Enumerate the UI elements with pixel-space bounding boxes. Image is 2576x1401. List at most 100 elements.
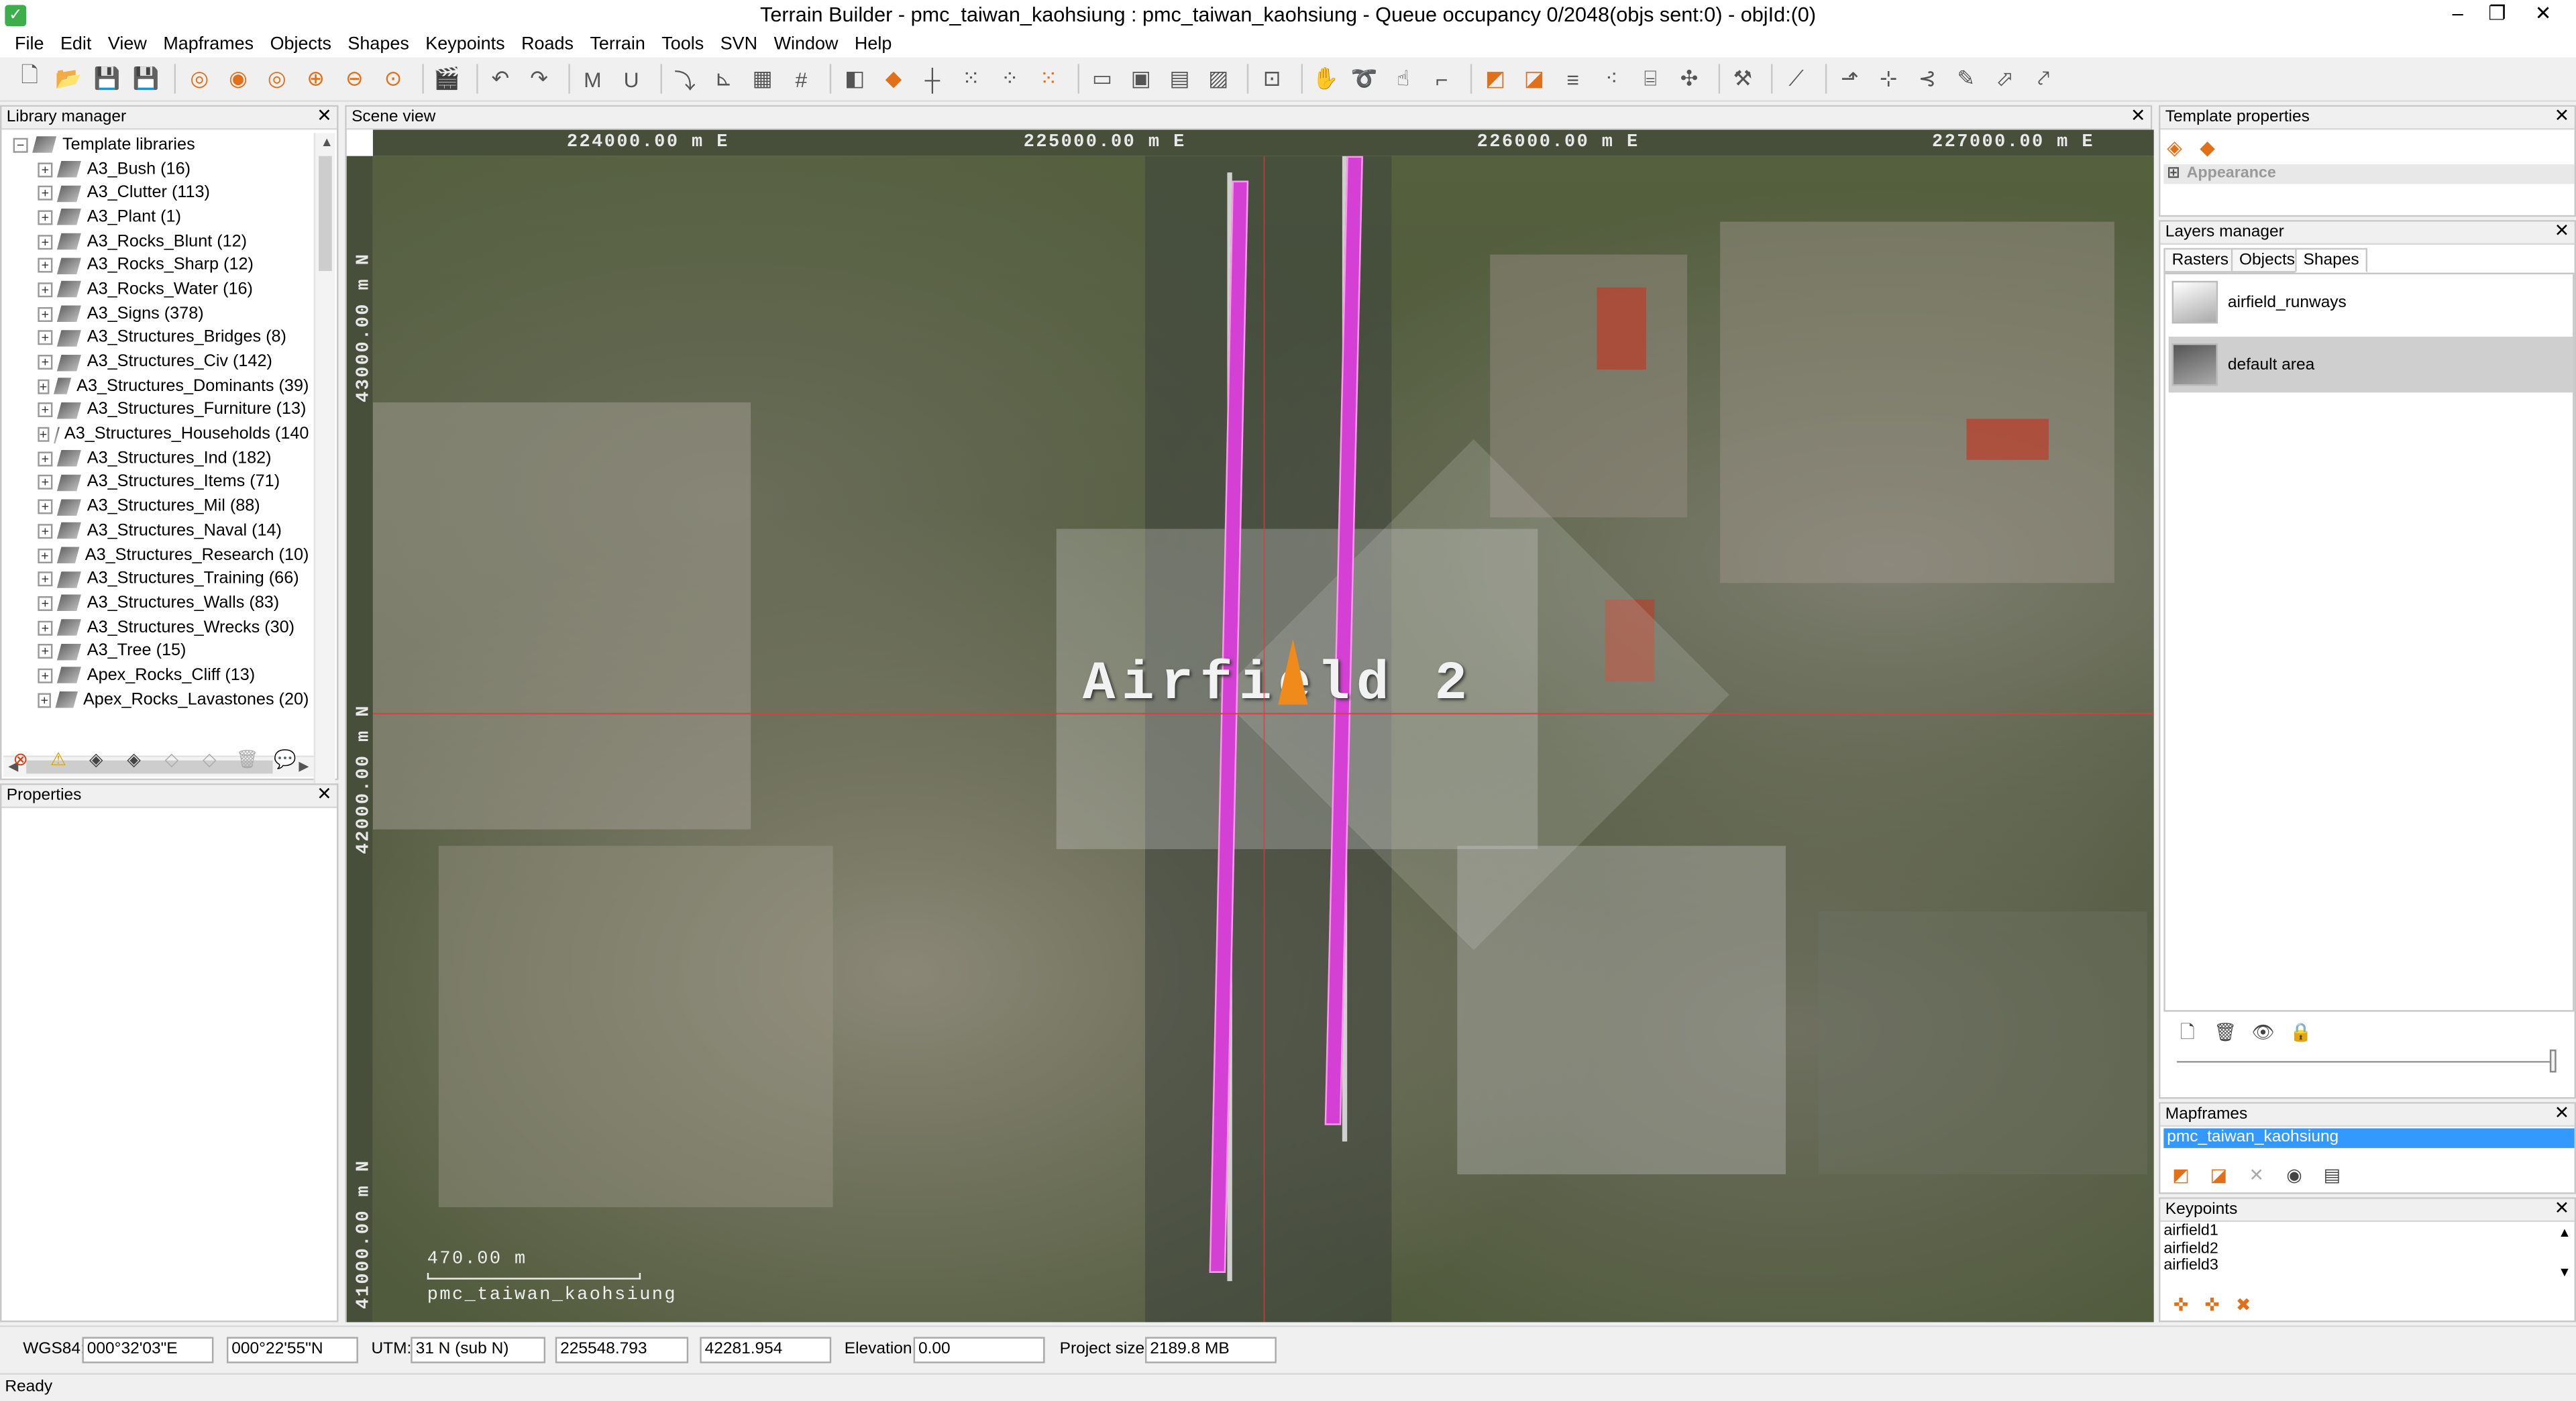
keypoint-add-icon[interactable]: ✜ [2167,1294,2195,1319]
keypoint-move-icon[interactable]: ⬀ [1988,62,2021,95]
close-button[interactable]: ✕ [2524,0,2563,28]
menu-terrain[interactable]: Terrain [582,34,653,54]
add-template-icon[interactable]: ◈ [120,749,148,774]
library-item[interactable]: + A3_Structures_Research (10) [3,543,309,567]
target-icon[interactable]: ◎ [183,62,216,95]
scrollbar-thumb[interactable] [319,156,332,272]
menu-file[interactable]: File [7,34,52,54]
window-multi-icon[interactable]: ▤ [1163,62,1196,95]
road-icon[interactable]: ⟋ [1780,62,1813,95]
trash-icon[interactable]: 🗑 [233,749,262,774]
library-item[interactable]: + A3_Rocks_Sharp (12) [3,254,309,278]
scroll-up-icon[interactable]: ▲ [2558,1225,2571,1240]
elevation-field[interactable]: 0.00 [913,1337,1045,1363]
keypoint-item[interactable]: airfield3 [2163,1257,2555,1276]
window-img-icon[interactable]: ▣ [1124,62,1157,95]
collapse-icon[interactable]: − [13,137,28,153]
library-item[interactable]: + A3_Rocks_Water (16) [3,278,309,302]
save-all-icon[interactable]: 💾 [129,62,162,95]
menu-shapes[interactable]: Shapes [339,34,417,54]
mapframe-item-selected[interactable]: pmc_taiwan_kaohsiung [2163,1128,2575,1148]
library-item[interactable]: + Apex_Rocks_Lavastones (20) [3,688,309,712]
menu-keypoints[interactable]: Keypoints [417,34,513,54]
mapframe-view-icon[interactable]: ◉ [2280,1164,2308,1189]
ruler-icon[interactable]: ⊾ [707,62,740,95]
frame-icon[interactable]: ⊡ [1256,62,1289,95]
expand-icon[interactable]: + [38,620,53,635]
library-item[interactable]: + A3_Structures_Civ (142) [3,350,309,374]
grid-fine-icon[interactable]: # [785,62,818,95]
tree-root[interactable]: − Template libraries [3,133,309,157]
appearance-section[interactable]: ⊞ Appearance [2163,164,2575,184]
object-scatter-icon[interactable]: ⁖ [1595,62,1628,95]
library-item[interactable]: + A3_Structures_Training (66) [3,567,309,592]
keypoint-icon[interactable]: ⬏ [1833,62,1866,95]
tools-icon[interactable]: ⚒ [1726,62,1759,95]
path-icon[interactable]: ⌐ [1426,62,1458,95]
copy-template-icon[interactable]: ◇ [195,749,223,774]
dots-move-icon[interactable]: ⁘ [994,62,1026,95]
library-item[interactable]: + A3_Structures_Walls (83) [3,592,309,616]
expand-icon[interactable]: + [38,234,53,249]
library-item[interactable]: + A3_Structures_Wrecks (30) [3,616,309,640]
keypoint-link-icon[interactable]: ⤤ [2027,62,2060,95]
keypoint-item[interactable]: airfield2 [2163,1240,2555,1258]
hand-select-icon[interactable]: ☝ [1387,62,1419,95]
expand-icon[interactable]: + [38,210,53,225]
object-stack-icon[interactable]: ≡ [1556,62,1589,95]
close-icon[interactable]: ✕ [2555,222,2570,243]
library-item[interactable]: + A3_Bush (16) [3,157,309,181]
grid-icon[interactable]: ▦ [746,62,779,95]
expand-icon[interactable]: + [38,668,53,683]
easting-field[interactable]: 225548.793 [555,1337,689,1363]
expand-icon[interactable]: + [38,355,53,370]
expand-icon[interactable]: + [38,379,49,394]
expand-icon[interactable]: + [38,282,53,298]
camera-cursor-icon[interactable] [1278,638,1308,705]
northing-field[interactable]: 42281.954 [700,1337,832,1363]
redo-icon[interactable]: ↷ [523,62,555,95]
clapper-icon[interactable]: 🎬 [430,62,463,95]
open-folder-icon[interactable]: 📂 [52,62,85,95]
menu-help[interactable]: Help [847,34,900,54]
expand-icon[interactable]: + [38,427,49,443]
menu-tools[interactable]: Tools [653,34,712,54]
expand-icon[interactable]: ⊞ [2167,164,2180,184]
close-icon[interactable]: ✕ [317,785,332,807]
opacity-slider-handle[interactable] [2549,1049,2557,1073]
tab-rasters[interactable]: Rasters [2163,247,2237,273]
close-icon[interactable]: ✕ [2131,107,2146,128]
menu-mapframes[interactable]: Mapframes [155,34,262,54]
library-item[interactable]: + A3_Structures_Ind (182) [3,447,309,471]
trash-icon[interactable]: 🗑 [2211,1021,2239,1046]
library-item[interactable]: + A3_Signs (378) [3,302,309,326]
window-icon[interactable]: ▭ [1085,62,1118,95]
expand-icon[interactable]: + [38,644,53,659]
expand-icon[interactable]: + [38,523,53,539]
target-add-icon[interactable]: ◉ [222,62,255,95]
template-object-icon[interactable]: ◆ [2200,136,2215,159]
keypoint-delete-icon[interactable]: ✖ [2229,1294,2257,1319]
library-vertical-scrollbar[interactable]: ▲ ▼ [313,133,335,823]
dots-select-icon[interactable]: ⁙ [1032,62,1065,95]
expand-icon[interactable]: + [38,692,52,708]
expand-icon[interactable]: + [38,547,52,563]
comment-icon[interactable]: 💬 [271,749,299,774]
library-item[interactable]: + A3_Structures_Items (71) [3,471,309,495]
expand-icon[interactable]: + [38,451,53,466]
library-item[interactable]: + A3_Rocks_Blunt (12) [3,229,309,254]
zoom-out-icon[interactable]: ⊖ [338,62,371,95]
keypoint-zoom-icon[interactable]: ⊰ [1911,62,1943,95]
latitude-field[interactable]: 000°22'55"N [226,1337,358,1363]
lock-icon[interactable]: 🔒 [2287,1021,2315,1046]
keypoint-edit-icon[interactable]: ✜ [2198,1294,2226,1319]
expand-icon[interactable]: + [38,475,53,490]
expand-icon[interactable]: + [38,306,53,322]
expand-icon[interactable]: + [38,258,53,274]
zoom-in-icon[interactable]: ⊕ [299,62,332,95]
library-item[interactable]: + A3_Structures_Dominants (39) [3,374,309,398]
undo-icon[interactable]: ↶ [484,62,517,95]
scroll-down-icon[interactable]: ▼ [2558,1265,2571,1280]
keypoint-edit-icon[interactable]: ✎ [1949,62,1982,95]
expand-icon[interactable]: + [38,186,53,201]
